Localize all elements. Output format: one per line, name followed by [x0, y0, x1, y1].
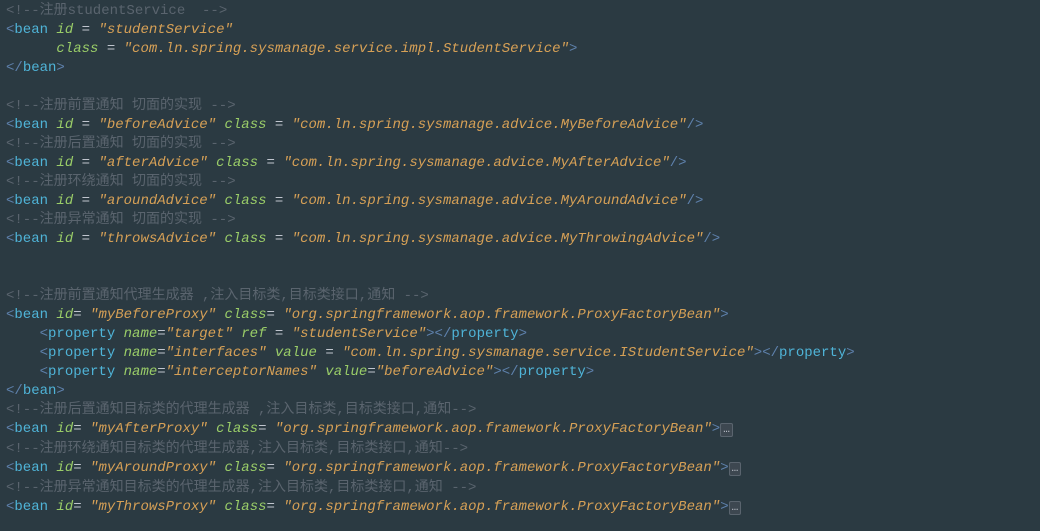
- fold-icon[interactable]: …: [720, 423, 733, 437]
- attr-name: class: [224, 460, 266, 476]
- attr-value: "beforeAdvice": [376, 364, 494, 380]
- bean-tag: bean: [14, 421, 48, 437]
- bean-close: bean: [23, 383, 57, 399]
- attr-name: id: [56, 155, 73, 171]
- attr-value: "throwsAdvice": [98, 231, 216, 247]
- bean-close: bean: [23, 60, 57, 76]
- attr-name: class: [216, 421, 258, 437]
- attr-name: class: [224, 193, 266, 209]
- comment: <!--注册环绕通知 切面的实现 -->: [6, 174, 236, 190]
- attr-name: name: [124, 326, 158, 342]
- attr-name: id: [56, 231, 73, 247]
- property-tag: property: [48, 345, 115, 361]
- property-tag: property: [48, 326, 115, 342]
- property-close: property: [451, 326, 518, 342]
- comment: <!--注册异常通知目标类的代理生成器,注入目标类,目标类接口,通知 -->: [6, 480, 476, 496]
- xml-code-block: <!--注册studentService --> <bean id = "stu…: [0, 0, 1040, 520]
- attr-value: "myAroundProxy": [90, 460, 216, 476]
- attr-name: id: [56, 193, 73, 209]
- attr-value: "interceptorNames": [166, 364, 317, 380]
- comment: <!--注册环绕通知目标类的代理生成器,注入目标类,目标类接口,通知-->: [6, 441, 468, 457]
- attr-value: "myThrowsProxy": [90, 499, 216, 515]
- attr-name: name: [124, 364, 158, 380]
- attr-name: value: [275, 345, 317, 361]
- attr-value: "studentService": [98, 22, 232, 38]
- attr-name: name: [124, 345, 158, 361]
- attr-name: id: [56, 421, 73, 437]
- attr-value: "com.ln.spring.sysmanage.service.impl.St…: [124, 41, 569, 57]
- bean-tag: bean: [14, 499, 48, 515]
- attr-name: class: [224, 499, 266, 515]
- attr-value: "myAfterProxy": [90, 421, 208, 437]
- attr-value: "studentService": [292, 326, 426, 342]
- bean-tag: bean: [14, 155, 48, 171]
- attr-value: "myBeforeProxy": [90, 307, 216, 323]
- attr-value: "com.ln.spring.sysmanage.advice.MyThrowi…: [292, 231, 704, 247]
- attr-value: "org.springframework.aop.framework.Proxy…: [283, 499, 720, 515]
- attr-name: ref: [241, 326, 266, 342]
- comment: <!--注册后置通知 切面的实现 -->: [6, 136, 236, 152]
- attr-value: "org.springframework.aop.framework.Proxy…: [283, 307, 720, 323]
- comment: <!--注册前置通知代理生成器 ,注入目标类,目标类接口,通知 -->: [6, 288, 429, 304]
- attr-value: "com.ln.spring.sysmanage.service.IStuden…: [342, 345, 754, 361]
- attr-name: id: [56, 307, 73, 323]
- attr-name: class: [56, 41, 98, 57]
- attr-value: "beforeAdvice": [98, 117, 216, 133]
- attr-name: class: [224, 231, 266, 247]
- attr-name: id: [56, 499, 73, 515]
- property-tag: property: [48, 364, 115, 380]
- bean-tag: bean: [14, 307, 48, 323]
- comment: <!--注册前置通知 切面的实现 -->: [6, 98, 236, 114]
- attr-name: id: [56, 22, 73, 38]
- attr-value: "afterAdvice": [98, 155, 207, 171]
- attr-value: "com.ln.spring.sysmanage.advice.MyBefore…: [292, 117, 687, 133]
- comment: <!--注册异常通知 切面的实现 -->: [6, 212, 236, 228]
- fold-icon[interactable]: …: [729, 462, 742, 476]
- attr-name: value: [325, 364, 367, 380]
- attr-name: id: [56, 460, 73, 476]
- bean-tag: bean: [14, 193, 48, 209]
- attr-value: "target": [166, 326, 233, 342]
- bean-tag: bean: [14, 117, 48, 133]
- property-close: property: [519, 364, 586, 380]
- attr-name: class: [224, 117, 266, 133]
- attr-value: "aroundAdvice": [98, 193, 216, 209]
- attr-value: "org.springframework.aop.framework.Proxy…: [283, 460, 720, 476]
- attr-name: id: [56, 117, 73, 133]
- attr-name: class: [216, 155, 258, 171]
- attr-value: "com.ln.spring.sysmanage.advice.MyAround…: [292, 193, 687, 209]
- comment: <!--注册后置通知目标类的代理生成器 ,注入目标类,目标类接口,通知-->: [6, 402, 476, 418]
- attr-value: "com.ln.spring.sysmanage.advice.MyAfterA…: [283, 155, 669, 171]
- attr-value: "interfaces": [166, 345, 267, 361]
- comment: <!--注册studentService -->: [6, 3, 227, 19]
- property-close: property: [779, 345, 846, 361]
- attr-name: class: [224, 307, 266, 323]
- bean-tag: bean: [14, 231, 48, 247]
- bean-tag: bean: [14, 460, 48, 476]
- fold-icon[interactable]: …: [729, 501, 742, 515]
- bean-tag: bean: [14, 22, 48, 38]
- attr-value: "org.springframework.aop.framework.Proxy…: [275, 421, 712, 437]
